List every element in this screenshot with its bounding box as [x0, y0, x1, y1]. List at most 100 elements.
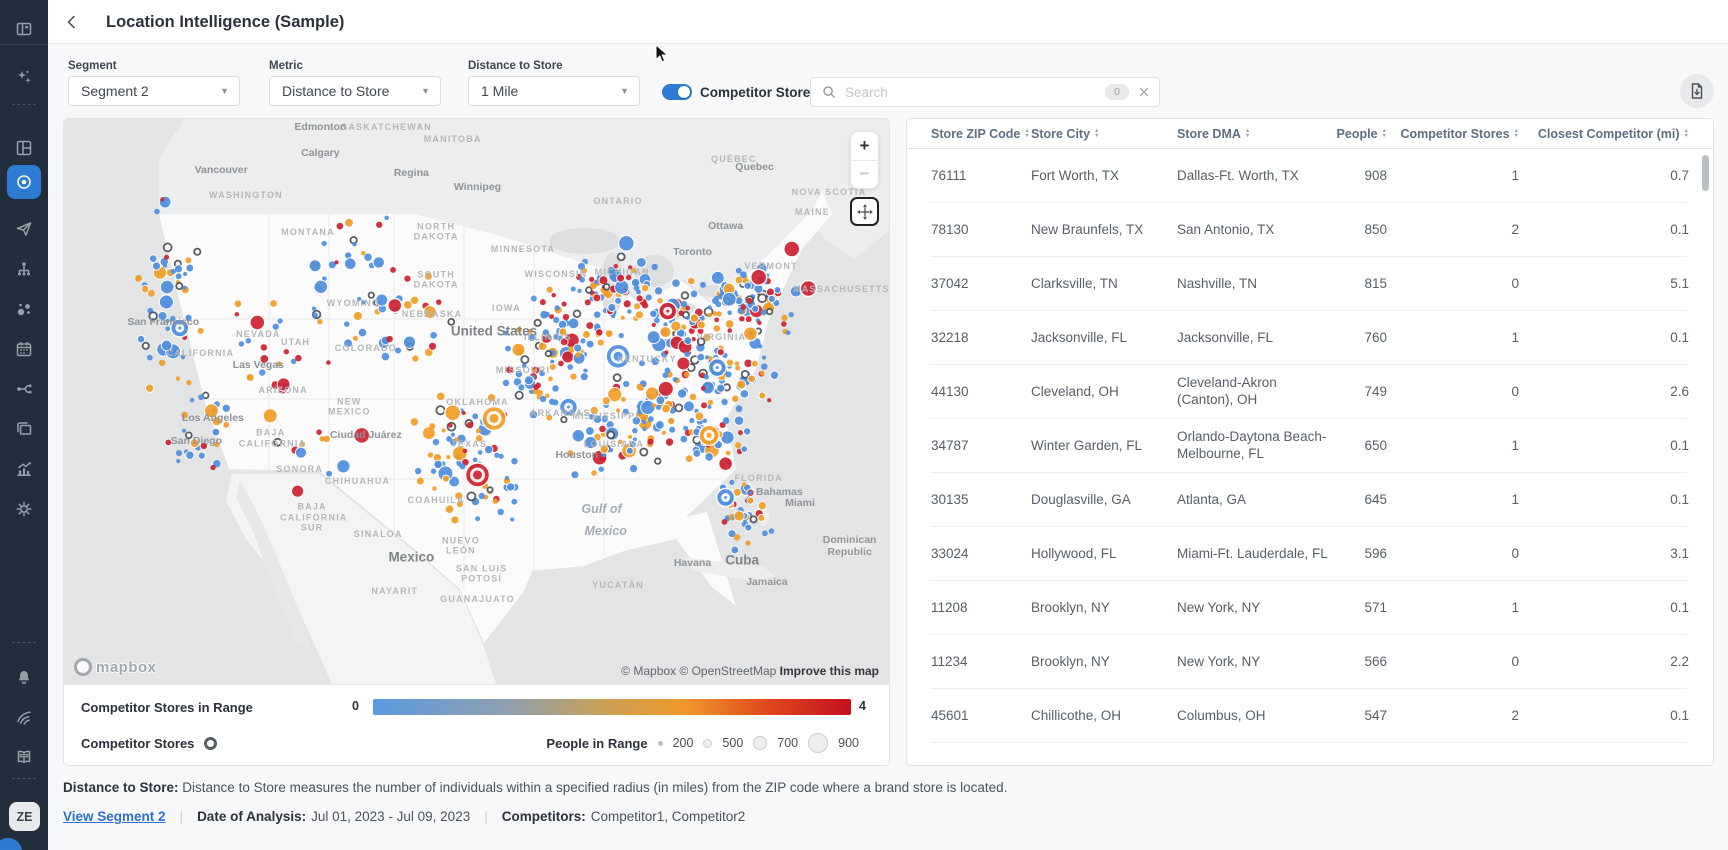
table-body: 76111Fort Worth, TXDallas-Ft. Worth, TX9… [907, 149, 1713, 743]
sidebar-item-status[interactable] [0, 700, 48, 734]
sidebar-item-journeys[interactable] [0, 372, 48, 406]
search-icon [821, 84, 837, 100]
metric-label: Metric [269, 60, 303, 72]
people-legend-label: People in Range [546, 736, 647, 751]
column-header[interactable]: People▲▼ [1332, 127, 1387, 141]
user-avatar[interactable]: ZE [9, 802, 40, 831]
pan-mode-button[interactable] [850, 197, 879, 226]
zoom-in-button[interactable]: + [851, 132, 878, 161]
clear-search-icon[interactable] [1137, 85, 1151, 99]
date-of-analysis-label: Date of Analysis: [197, 809, 306, 824]
zoom-out-button[interactable]: − [851, 161, 878, 189]
sidebar-item-dashboards[interactable] [0, 131, 48, 165]
table-cell: 908 [1332, 168, 1387, 185]
table-cell: 37042 [931, 276, 1031, 293]
table-cell: 0.1 [1519, 438, 1689, 455]
table-cell: 645 [1332, 492, 1387, 509]
segment-dropdown[interactable]: Segment 2 ▼ [68, 76, 240, 106]
table-row[interactable]: 11208Brooklyn, NYNew York, NY57110.1 [907, 581, 1713, 635]
sidebar-item-org-hierarchy[interactable] [0, 252, 48, 286]
sort-icon[interactable]: ▲▼ [1024, 129, 1029, 138]
calendar-icon [15, 340, 33, 358]
table-row[interactable]: 11234Brooklyn, NYNew York, NY56602.2 [907, 635, 1713, 689]
separator: | [484, 809, 488, 824]
table-row[interactable]: 45601Chillicothe, OHColumbus, OH54720.1 [907, 689, 1713, 743]
column-header[interactable]: Store City▲▼ [1031, 127, 1177, 141]
table-cell: Chillicothe, OH [1031, 708, 1177, 725]
table-cell: 749 [1332, 384, 1387, 401]
sort-icon[interactable]: ▲▼ [1684, 129, 1689, 138]
table-row[interactable]: 44130Cleveland, OHCleveland-Akron (Canto… [907, 365, 1713, 419]
view-segment-link[interactable]: View Segment 2 [63, 809, 166, 824]
table-cell: 5.1 [1519, 276, 1689, 293]
sidebar-divider-dashed [12, 778, 36, 779]
table-header-row: Store ZIP Code▲▼Store City▲▼Store DMA ▲▼ P… [907, 119, 1713, 149]
table-row[interactable]: 34787Winter Garden, FLOrlando-Daytona Be… [907, 419, 1713, 473]
table-cell: Columbus, OH [1177, 708, 1332, 725]
sidebar-item-calendar[interactable] [0, 332, 48, 366]
download-report-button[interactable] [1680, 74, 1714, 108]
column-header[interactable]: Store ZIP Code▲▼ [931, 127, 1031, 141]
table-cell: 1 [1387, 330, 1519, 347]
table-row[interactable]: 78130New Braunfels, TXSan Antonio, TX850… [907, 203, 1713, 257]
table-row[interactable]: 33024Hollywood, FLMiami-Ft. Lauderdale, … [907, 527, 1713, 581]
store-dots-layer[interactable] [64, 119, 890, 684]
chart-trend-icon [15, 460, 33, 478]
sidebar-item-notifications[interactable] [0, 660, 48, 694]
mapbox-logo[interactable]: mapbox [74, 658, 157, 676]
table-cell: Dallas-Ft. Worth, TX [1177, 168, 1332, 185]
table-row[interactable]: 32218Jacksonville, FLJacksonville, FL760… [907, 311, 1713, 365]
people-size-circle [703, 739, 712, 748]
competitor-store-ring-icon [204, 737, 217, 750]
sort-icon[interactable]: ▲▼ [1245, 129, 1250, 138]
sidebar-item-docs[interactable] [0, 740, 48, 774]
copy-windows-icon [15, 420, 33, 438]
table-scrollbar[interactable] [1702, 153, 1709, 753]
range-legend-label: Competitor Stores in Range [81, 700, 253, 715]
map-card: EdmontonSASKATCHEWANMANITOBACalgaryRegin… [63, 118, 890, 766]
column-header-label: Store DMA [1177, 127, 1241, 141]
sidebar-item-analytics[interactable] [0, 452, 48, 486]
column-header[interactable]: Store DMA ▲▼ [1177, 127, 1332, 141]
metric-description-text: Distance to Store measures the number of… [182, 780, 1007, 795]
table-cell: 566 [1332, 654, 1387, 671]
chevron-down-icon: ▼ [421, 86, 430, 96]
improve-map-link[interactable]: Improve this map [780, 664, 879, 678]
grid-icon [15, 139, 33, 157]
table-cell: New Braunfels, TX [1031, 222, 1177, 239]
sidebar-item-settings[interactable] [0, 492, 48, 526]
chevron-down-icon: ▼ [620, 86, 629, 96]
metric-dropdown[interactable]: Distance to Store ▼ [269, 76, 441, 106]
sidebar-item-apps[interactable] [0, 412, 48, 446]
sort-icon[interactable]: ▲▼ [1094, 129, 1099, 138]
paper-plane-icon [15, 220, 33, 238]
sidebar-item-ai-sparkles[interactable] [0, 60, 48, 94]
back-button[interactable] [60, 10, 84, 34]
table-cell: San Antonio, TX [1177, 222, 1332, 239]
table-cell: 0.1 [1519, 600, 1689, 617]
map[interactable]: EdmontonSASKATCHEWANMANITOBACalgaryRegin… [64, 119, 890, 684]
chevron-left-icon [63, 13, 81, 31]
sidebar-item-location-intelligence[interactable] [7, 165, 41, 199]
sidebar-item-campaigns[interactable] [0, 212, 48, 246]
sidebar-item-panel-toggle[interactable] [0, 12, 48, 46]
table-cell: Atlanta, GA [1177, 492, 1332, 509]
table-row[interactable]: 30135Douglasville, GAAtlanta, GA64510.1 [907, 473, 1713, 527]
sidebar-item-segments[interactable] [0, 292, 48, 326]
chat-bubble-icon[interactable] [0, 838, 22, 850]
distance-dropdown[interactable]: 1 Mile ▼ [468, 76, 640, 106]
distance-value: 1 Mile [481, 83, 620, 99]
table-cell: Cleveland, OH [1031, 384, 1177, 401]
range-gradient-bar [373, 699, 851, 715]
pan-arrows-icon [856, 203, 874, 221]
competitor-store-toggle[interactable] [662, 84, 692, 100]
table-row[interactable]: 37042Clarksville, TNNashville, TN81505.1 [907, 257, 1713, 311]
column-header[interactable]: Closest Competitor (mi)▲▼ [1519, 127, 1689, 141]
column-header[interactable]: Competitor Stores▲▼ [1387, 127, 1519, 141]
table-cell: 760 [1332, 330, 1387, 347]
table-row[interactable]: 76111Fort Worth, TXDallas-Ft. Worth, TX9… [907, 149, 1713, 203]
search-box: 0 [810, 77, 1160, 107]
scrollbar-thumb[interactable] [1702, 155, 1709, 191]
search-input[interactable] [843, 84, 1105, 101]
table-cell: 2.6 [1519, 384, 1689, 401]
